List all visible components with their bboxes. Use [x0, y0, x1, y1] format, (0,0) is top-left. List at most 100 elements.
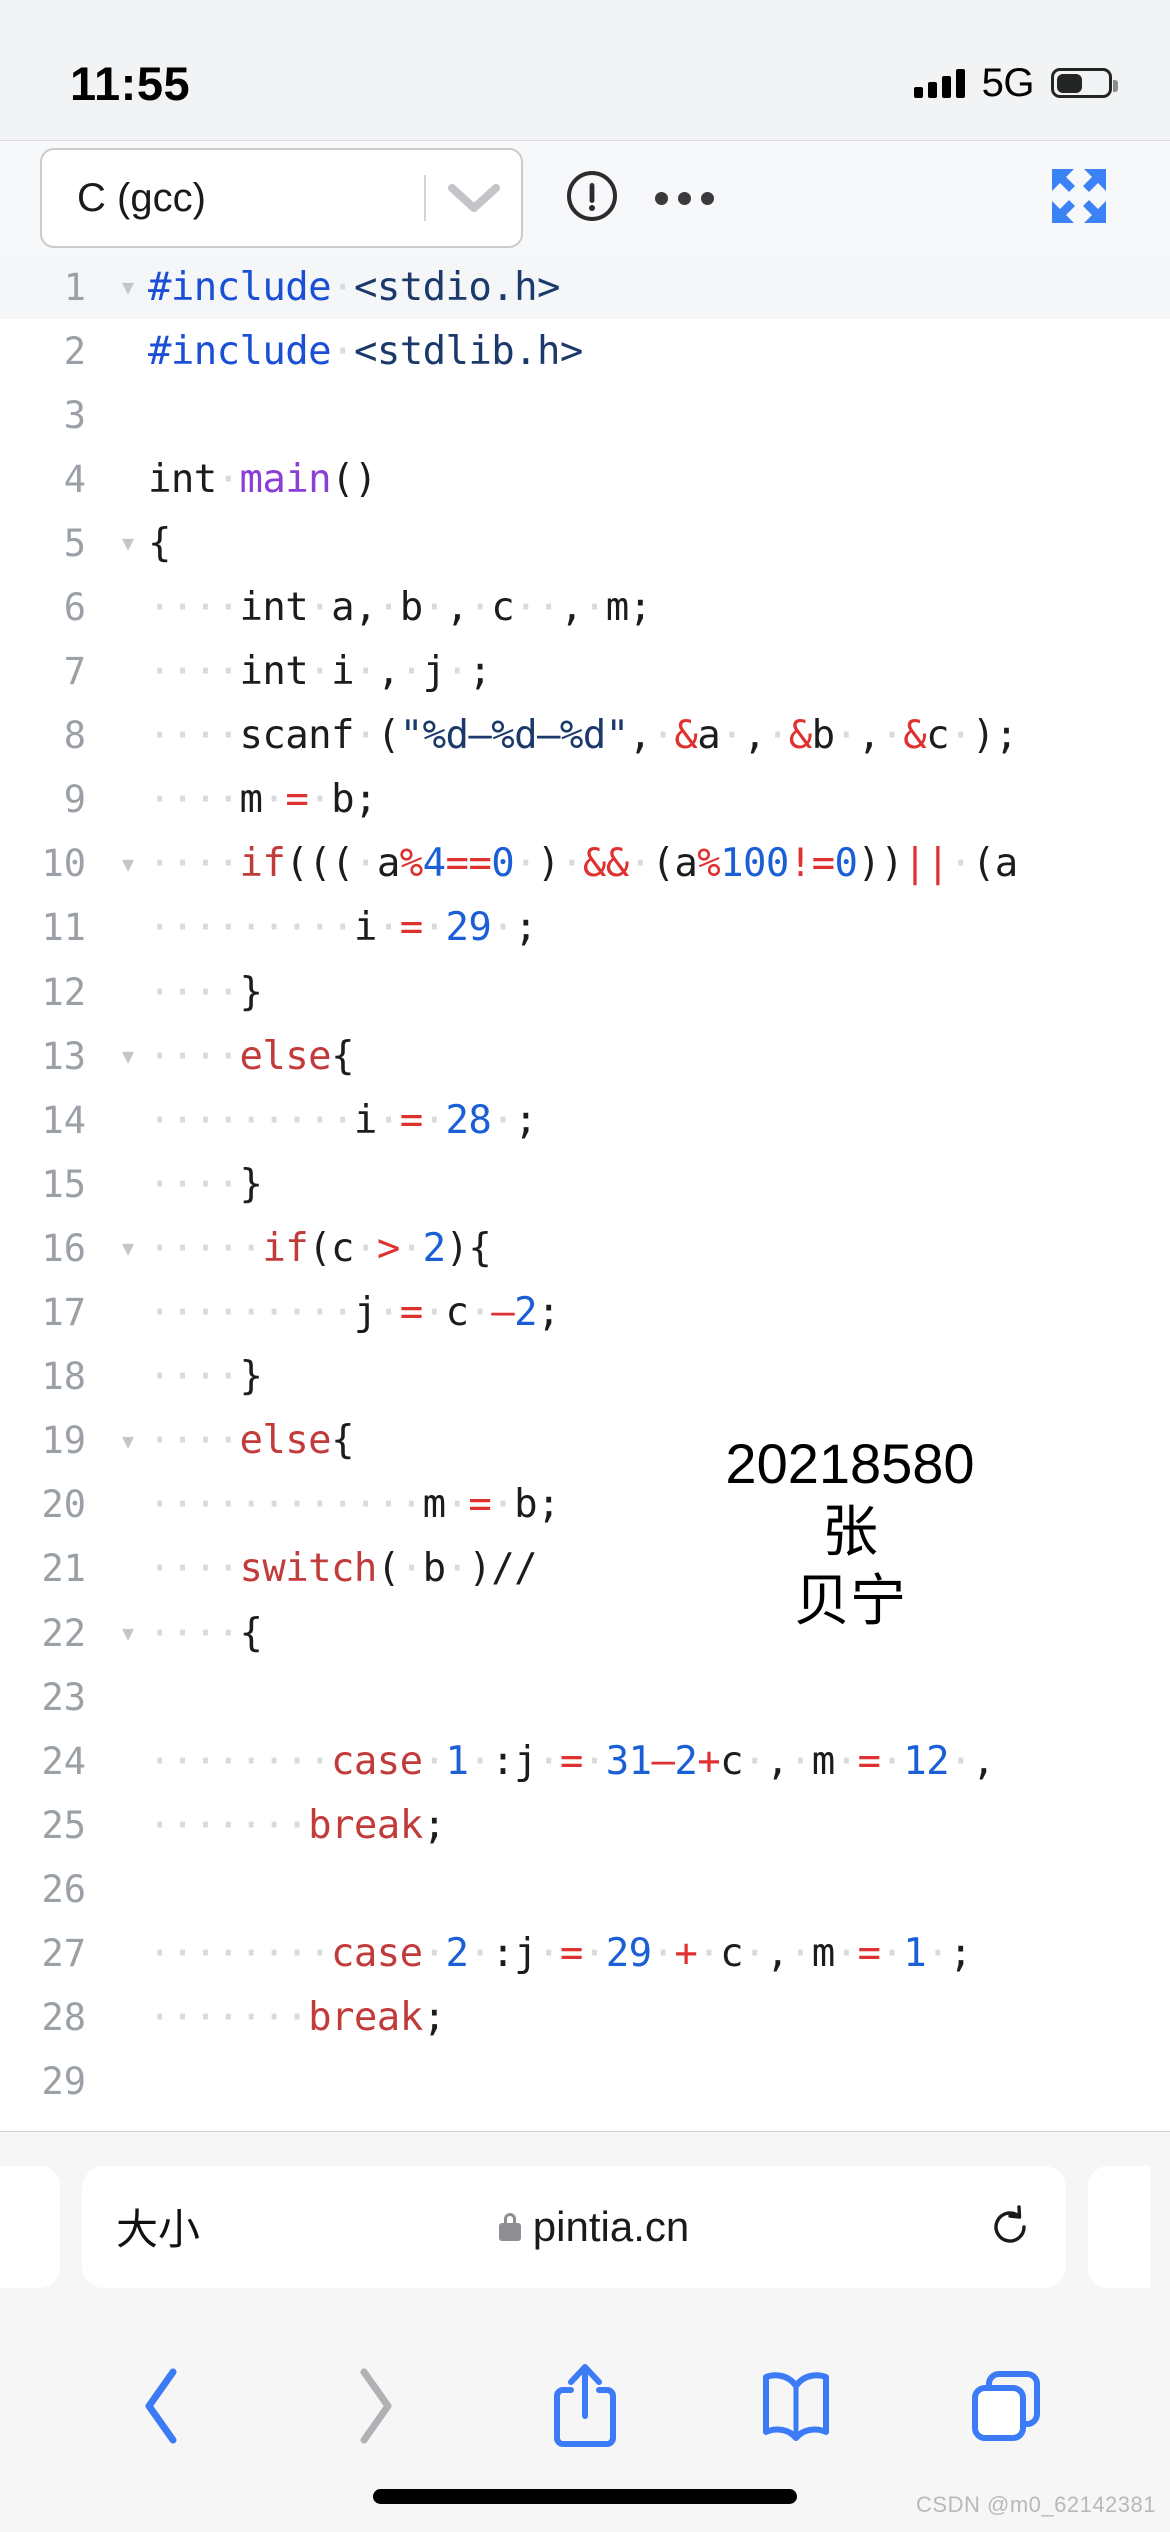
code-line[interactable]: 24 ········case·1·:j·=·31–2+c·,·m·=·12·,	[0, 1729, 1170, 1793]
line-number: 22	[41, 1611, 86, 1655]
code-line[interactable]: 19 ▼ ····else{	[0, 1409, 1170, 1473]
fold-triangle-icon[interactable]: ▼	[108, 277, 148, 297]
code-line[interactable]: 27 ········case·2·:j·=·29·+·c·,·m·=·1·;	[0, 1921, 1170, 1985]
line-number: 9	[63, 778, 86, 822]
tabs-icon[interactable]	[952, 2351, 1062, 2461]
exclamation-circle-icon[interactable]	[565, 169, 619, 228]
status-bar-indicators: 5G	[913, 60, 1118, 106]
code-text: ····else{	[148, 1033, 355, 1079]
line-number: 15	[41, 1162, 86, 1206]
code-text: #include·<stdlib.h>	[148, 328, 583, 374]
code-text: ····}	[148, 1161, 263, 1207]
code-text: ·········j·=·c·–2;	[148, 1290, 561, 1336]
line-number: 13	[41, 1034, 86, 1078]
code-line[interactable]: 18 ····}	[0, 1345, 1170, 1409]
line-number: 26	[41, 1867, 86, 1911]
code-line[interactable]: 26	[0, 1857, 1170, 1921]
code-line[interactable]: 8 ····scanf·("%d–%d–%d",·&a·,·&b·,·&c·);	[0, 704, 1170, 768]
code-line[interactable]: 10 ▼ ····if(((·a%4==0·)·&&·(a%100!=0))||·(…	[0, 832, 1170, 896]
bookmarks-icon[interactable]	[741, 2351, 851, 2461]
code-editor[interactable]: 1 ▼ #include·<stdio.h> 2 #include·<stdlib.h>…	[0, 255, 1170, 2131]
code-text: ·········i·=·29·;	[148, 905, 538, 951]
line-number: 18	[41, 1355, 86, 1399]
fold-triangle-icon[interactable]: ▼	[108, 1046, 148, 1066]
code-line[interactable]: 15 ····}	[0, 1152, 1170, 1216]
code-text: ·····if(c·>·2){	[148, 1225, 492, 1271]
code-line[interactable]: 2 #include·<stdlib.h>	[0, 319, 1170, 383]
code-text: ····m·=·b;	[148, 777, 377, 823]
line-number: 8	[63, 714, 86, 758]
code-line[interactable]: 7 ····int·i·,·j·;	[0, 640, 1170, 704]
fold-triangle-icon[interactable]: ▼	[108, 1431, 148, 1451]
code-text: #include·<stdio.h>	[148, 264, 560, 310]
code-line[interactable]: 28 ·······break;	[0, 1986, 1170, 2050]
code-text: ·······break;	[148, 1995, 446, 2041]
line-number: 28	[41, 1996, 86, 2040]
line-number: 17	[41, 1291, 86, 1335]
line-number: 21	[41, 1547, 86, 1591]
code-line[interactable]: 22 ▼ ····{	[0, 1601, 1170, 1665]
code-text: ········case·1·:j·=·31–2+c·,·m·=·12·,	[148, 1738, 995, 1784]
code-line[interactable]: 12 ····}	[0, 960, 1170, 1024]
battery-icon	[1051, 68, 1118, 98]
line-number: 5	[63, 521, 86, 565]
code-line[interactable]: 4 int·main()	[0, 447, 1170, 511]
code-line[interactable]: 9 ····m·=·b;	[0, 768, 1170, 832]
code-line[interactable]: 3	[0, 383, 1170, 447]
line-number: 16	[41, 1226, 86, 1270]
code-line[interactable]: 5 ▼{	[0, 511, 1170, 575]
code-line[interactable]: 13 ▼ ····else{	[0, 1024, 1170, 1088]
tab-peek-left[interactable]	[0, 2165, 60, 2288]
tab-peek-right[interactable]	[1088, 2165, 1150, 2288]
back-button[interactable]	[108, 2351, 218, 2461]
code-text: ·········i·=·28·;	[148, 1097, 538, 1143]
reload-icon[interactable]	[988, 2204, 1032, 2249]
code-line[interactable]: 14 ·········i·=·28·;	[0, 1088, 1170, 1152]
code-line[interactable]: 20 ············m·=·b;	[0, 1473, 1170, 1537]
editor-toolbar: C (gcc)	[0, 140, 1170, 255]
line-number: 1	[63, 265, 86, 309]
language-selector-value: C (gcc)	[77, 175, 206, 220]
line-number: 29	[41, 2060, 86, 2104]
share-icon[interactable]	[530, 2351, 640, 2461]
language-selector[interactable]: C (gcc)	[40, 148, 523, 248]
line-number: 10	[41, 842, 86, 886]
line-number: 23	[41, 1675, 86, 1719]
text-size-button[interactable]: 大小	[116, 2196, 200, 2257]
code-line[interactable]: 23	[0, 1665, 1170, 1729]
network-type-label: 5G	[981, 60, 1035, 105]
code-line[interactable]: 17 ·········j·=·c·–2;	[0, 1281, 1170, 1345]
code-line[interactable]: 1 ▼ #include·<stdio.h>	[0, 255, 1170, 320]
line-number: 12	[41, 970, 86, 1014]
code-text: {	[148, 520, 171, 566]
line-number: 2	[63, 329, 86, 373]
line-number: 14	[41, 1098, 86, 1142]
fold-triangle-icon[interactable]: ▼	[108, 533, 148, 553]
fullscreen-expand-icon[interactable]	[1048, 165, 1110, 232]
chevron-down-icon[interactable]	[426, 182, 521, 214]
url-text: pintia.cn	[532, 2202, 690, 2250]
code-line[interactable]: 25 ·······break;	[0, 1793, 1170, 1857]
forward-button[interactable]	[319, 2351, 429, 2461]
code-text: ············m·=·b;	[148, 1482, 560, 1528]
footer-watermark: CSDN @m0_62142381	[916, 2492, 1156, 2517]
code-text: ····int·a,·b·,·c··,·m;	[148, 585, 652, 631]
code-text: ····scanf·("%d–%d–%d",·&a·,·&b·,·&c·);	[148, 713, 1018, 759]
code-line[interactable]: 29	[0, 2050, 1170, 2114]
code-text: ····switch(·b·)//	[148, 1546, 538, 1592]
code-line[interactable]: 6 ····int·a,·b·,·c··,·m;	[0, 575, 1170, 639]
url-bar[interactable]: 大小 pintia.cn	[82, 2165, 1066, 2288]
code-text: ····}	[148, 969, 263, 1015]
line-number: 25	[41, 1803, 86, 1847]
code-line[interactable]: 21 ····switch(·b·)//	[0, 1537, 1170, 1601]
url-display[interactable]: pintia.cn	[200, 2203, 988, 2251]
line-number: 24	[41, 1739, 86, 1783]
fold-triangle-icon[interactable]: ▼	[108, 1238, 148, 1258]
code-line[interactable]: 11 ·········i·=·29·;	[0, 896, 1170, 960]
ellipsis-icon[interactable]	[655, 191, 714, 205]
fold-triangle-icon[interactable]: ▼	[108, 1623, 148, 1643]
code-text: int·main()	[148, 456, 377, 502]
fold-triangle-icon[interactable]: ▼	[108, 854, 148, 874]
code-line[interactable]: 16 ▼ ·····if(c·>·2){	[0, 1216, 1170, 1280]
code-text: ·······break;	[148, 1802, 446, 1848]
